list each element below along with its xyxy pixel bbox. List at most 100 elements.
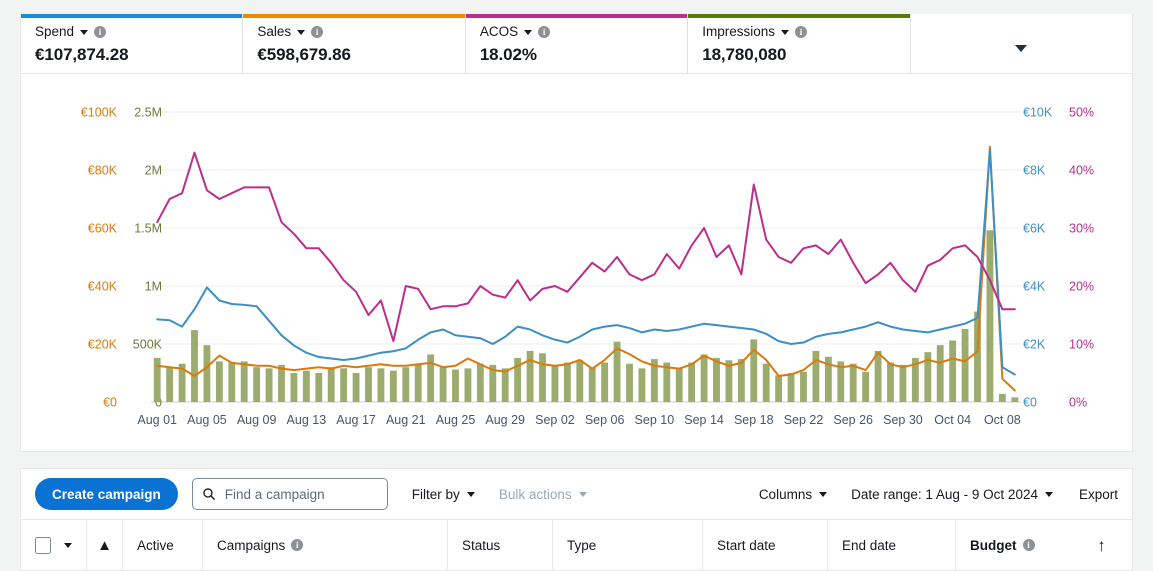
column-header-status[interactable]: Status [448, 519, 553, 571]
chevron-down-icon[interactable] [524, 30, 533, 35]
metric-accent-acos [465, 14, 688, 18]
info-icon[interactable]: i [311, 25, 324, 38]
bar-series-impressions [153, 230, 1019, 402]
caret-down-icon[interactable] [64, 542, 72, 548]
warning-triangle-icon: ▲ [97, 536, 112, 554]
performance-chart[interactable]: €0€20K€40K€60K€80K€100K0500K1M1.5M2M2.5M… [21, 74, 1132, 450]
x-axis-tick: Sep 06 [585, 413, 625, 427]
bar [215, 361, 223, 402]
x-axis-tick: Aug 21 [386, 413, 426, 427]
axis-tick-impressions: 2M [145, 164, 162, 178]
column-header-type[interactable]: Type [553, 519, 703, 571]
bar [327, 367, 335, 402]
bar [551, 366, 559, 402]
bar [688, 362, 696, 402]
search-input[interactable] [222, 485, 378, 503]
chevron-down-icon[interactable] [297, 30, 306, 35]
chevron-down-icon [1015, 44, 1028, 52]
column-header-end-date[interactable]: End date [828, 519, 956, 571]
bar [750, 339, 758, 402]
info-icon[interactable]: i [795, 25, 807, 38]
bar [626, 363, 633, 402]
chevron-down-icon [578, 491, 587, 497]
metric-card-acos[interactable]: ACOS i 18.02% [465, 14, 689, 73]
column-label-start-date: Start date [717, 537, 776, 553]
x-axis-tick: Sep 10 [635, 413, 675, 427]
bar [713, 357, 720, 402]
campaigns-toolbar: Create campaign Filter by Bulk actions C… [20, 468, 1133, 520]
chevron-down-icon[interactable] [80, 30, 89, 35]
bulk-actions-dropdown[interactable]: Bulk actions [499, 478, 587, 510]
campaign-search-box[interactable] [191, 478, 388, 510]
metric-label-spend: Spend [35, 24, 75, 39]
bar [240, 361, 248, 402]
column-header-start-date[interactable]: Start date [703, 519, 828, 571]
bar [849, 363, 857, 402]
axis-tick-sales: €40K [88, 280, 118, 294]
bar [887, 362, 894, 402]
chevron-down-icon[interactable] [781, 30, 789, 35]
column-label-end-date: End date [842, 537, 897, 553]
bar [302, 370, 310, 402]
x-axis-tick: Aug 29 [485, 413, 525, 427]
metric-card-sales[interactable]: Sales i €598,679.86 [243, 14, 466, 73]
metric-label-sales: Sales [257, 24, 292, 39]
x-axis-tick: Aug 17 [336, 413, 376, 427]
axis-tick-acos: 20% [1069, 280, 1094, 294]
bar [986, 230, 994, 402]
metric-value-sales: €598,679.86 [257, 45, 351, 64]
column-label-campaigns: Campaigns [217, 537, 286, 553]
info-icon[interactable]: i [1022, 539, 1035, 551]
export-button[interactable]: Export [1079, 487, 1118, 502]
bar [253, 367, 261, 402]
bar [563, 362, 571, 402]
checkbox-icon[interactable] [35, 536, 51, 554]
bar [427, 354, 435, 402]
bar [340, 368, 348, 402]
axis-tick-impressions: 2.5M [134, 106, 162, 120]
axis-tick-acos: 30% [1069, 222, 1094, 236]
date-range-label: Date range: 1 Aug - 9 Oct 2024 [851, 486, 1038, 502]
sort-indicator-cell[interactable]: ↑ [1071, 520, 1132, 571]
date-range-dropdown[interactable]: Date range: 1 Aug - 9 Oct 2024 [851, 478, 1053, 510]
axis-tick-sales: €60K [88, 222, 118, 236]
axis-tick-sales: €80K [88, 164, 118, 178]
info-icon[interactable]: i [94, 25, 107, 38]
axis-tick-acos: 10% [1069, 338, 1094, 352]
create-campaign-button[interactable]: Create campaign [35, 478, 178, 510]
filter-by-dropdown[interactable]: Filter by [412, 478, 475, 510]
metric-cards-bar: Spend i €107,874.28 Sales i €598,679.86 … [20, 14, 1133, 74]
axis-tick-impressions: 500K [133, 338, 163, 352]
columns-dropdown[interactable]: Columns [759, 478, 828, 510]
metric-card-spend[interactable]: Spend i €107,874.28 [21, 14, 244, 73]
bar [588, 367, 596, 402]
collapse-metrics-button[interactable] [911, 14, 1132, 73]
bar [389, 370, 397, 402]
axis-tick-spend: €8K [1023, 164, 1046, 178]
select-all-cell[interactable] [21, 519, 87, 571]
bar [203, 345, 211, 402]
bar [775, 375, 783, 402]
bulk-actions-label: Bulk actions [498, 486, 572, 502]
metric-card-impressions[interactable]: Impressions i 18,780,080 [688, 14, 911, 73]
bar [476, 363, 484, 402]
bar [874, 350, 882, 402]
metric-value-spend: €107,874.28 [35, 45, 129, 64]
column-label-status: Status [462, 537, 501, 553]
info-icon[interactable]: i [538, 25, 551, 38]
column-header-budget[interactable]: Budget i [956, 520, 1071, 571]
bar [762, 363, 770, 402]
axis-tick-sales: €100K [81, 106, 118, 120]
x-axis-tick: Sep 14 [684, 413, 724, 427]
bar [365, 367, 372, 402]
bar [439, 367, 447, 402]
axis-tick-spend: €6K [1023, 222, 1046, 236]
column-header-active[interactable]: Active [123, 519, 203, 571]
bar [700, 354, 708, 402]
bar [936, 345, 944, 402]
x-axis-tick: Sep 26 [833, 413, 873, 427]
x-axis-tick: Oct 04 [934, 413, 971, 427]
info-icon[interactable]: i [291, 539, 304, 551]
column-header-campaigns[interactable]: Campaigns i [203, 519, 448, 571]
metric-value-acos: 18.02% [479, 45, 537, 64]
